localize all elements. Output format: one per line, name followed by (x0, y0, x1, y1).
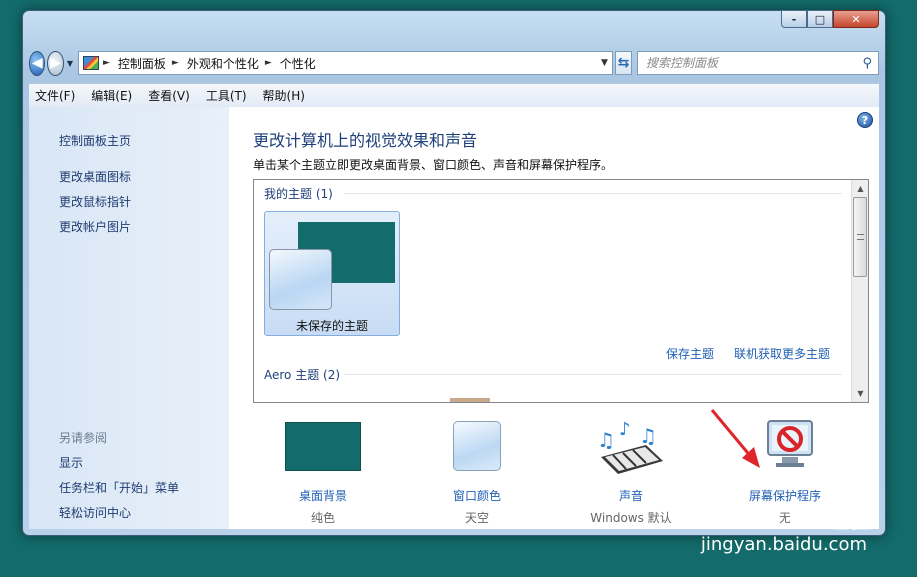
back-button[interactable]: ◀ (29, 50, 46, 76)
control-panel-icon (82, 56, 99, 70)
screensaver-label[interactable]: 屏幕保护程序 (730, 487, 840, 504)
minimize-button[interactable]: - (781, 10, 807, 28)
group-divider (344, 374, 842, 375)
aero-theme-peek (450, 398, 490, 402)
see-also-display[interactable]: 显示 (59, 454, 83, 471)
search-icon[interactable]: ⚲ (862, 56, 872, 71)
breadcrumb-separator-icon[interactable]: ► (265, 58, 272, 68)
see-also-taskbar[interactable]: 任务栏和「开始」菜单 (59, 479, 179, 496)
my-themes-heading[interactable]: 我的主题 (1) (264, 185, 333, 202)
svg-text:♫: ♫ (597, 428, 615, 452)
address-bar[interactable]: ► 控制面板 ► 外观和个性化 ► 个性化 ▼ (77, 51, 613, 75)
breadcrumb-appearance[interactable]: 外观和个性化 (187, 55, 259, 72)
breadcrumb-separator-icon[interactable]: ► (172, 58, 179, 68)
scroll-thumb[interactable] (853, 197, 867, 277)
forward-arrow-icon: ▶ (50, 55, 61, 71)
menu-file[interactable]: 文件(F) (35, 87, 75, 104)
unsaved-theme-tile[interactable]: 未保存的主题 (264, 211, 400, 336)
group-divider (344, 193, 842, 194)
page-subtitle: 单击某个主题立即更改桌面背景、窗口颜色、声音和屏幕保护程序。 (253, 158, 614, 172)
desktop-background-value: 纯色 (310, 511, 335, 525)
control-panel-window: - □ ✕ ◀ ▶ ▼ ► 控制面板 ► 外观和个性化 ► 个性化 ▼ ⇆ ⚲ (22, 10, 886, 536)
unsaved-theme-label: 未保存的主题 (295, 319, 368, 333)
desktop-background-icon (285, 422, 361, 471)
window-color-label[interactable]: 窗口颜色 (422, 487, 532, 504)
aero-themes-heading[interactable]: Aero 主题 (2) (264, 366, 340, 383)
sidebar-link-account-picture[interactable]: 更改帐户图片 (59, 218, 131, 235)
refresh-button[interactable]: ⇆ (614, 51, 632, 75)
get-more-themes-link[interactable]: 联机获取更多主题 (734, 345, 830, 362)
menu-help[interactable]: 帮助(H) (263, 87, 305, 104)
theme-list-scrollbar[interactable]: ▲ ▼ (851, 180, 868, 402)
scroll-up-icon[interactable]: ▲ (852, 180, 868, 197)
search-box[interactable]: ⚲ (637, 51, 879, 75)
maximize-button[interactable]: □ (807, 10, 833, 28)
breadcrumb-personalization[interactable]: 个性化 (280, 55, 316, 72)
svg-text:♪: ♪ (619, 419, 631, 440)
window-color-icon (453, 421, 501, 471)
sounds-label[interactable]: 声音 (576, 487, 686, 504)
search-input[interactable] (646, 56, 846, 70)
navigation-bar: ◀ ▶ ▼ ► 控制面板 ► 外观和个性化 ► 个性化 ▼ ⇆ ⚲ (29, 48, 879, 78)
address-dropdown-icon[interactable]: ▼ (601, 58, 608, 68)
recent-pages-dropdown-icon[interactable]: ▼ (67, 59, 73, 68)
see-also-ease-of-access[interactable]: 轻松访问中心 (59, 504, 131, 521)
page-title: 更改计算机上的视觉效果和声音 (253, 131, 478, 150)
task-sidebar: 控制面板主页 更改桌面图标 更改鼠标指针 更改帐户图片 另请参阅 显示 任务栏和… (29, 107, 229, 529)
menu-edit[interactable]: 编辑(E) (91, 87, 132, 104)
forward-button[interactable]: ▶ (47, 50, 64, 76)
theme-list: 我的主题 (1) 未保存的主题 保存主题 联机获取更多主题 Aero 主题 (2… (253, 179, 869, 403)
refresh-icon: ⇆ (617, 55, 630, 71)
sidebar-link-control-panel-home[interactable]: 控制面板主页 (59, 132, 131, 149)
scroll-down-icon[interactable]: ▼ (852, 385, 868, 402)
menu-tools[interactable]: 工具(T) (206, 87, 247, 104)
menu-bar: 文件(F) 编辑(E) 查看(V) 工具(T) 帮助(H) (29, 83, 879, 107)
content-area: 控制面板主页 更改桌面图标 更改鼠标指针 更改帐户图片 另请参阅 显示 任务栏和… (29, 107, 879, 529)
save-theme-link[interactable]: 保存主题 (666, 345, 714, 362)
menu-view[interactable]: 查看(V) (148, 87, 190, 104)
breadcrumb-control-panel[interactable]: 控制面板 (118, 55, 166, 72)
svg-text:♫: ♫ (639, 424, 657, 448)
main-panel: ? 更改计算机上的视觉效果和声音 单击某个主题立即更改桌面背景、窗口颜色、声音和… (229, 107, 879, 529)
scroll-grip-icon (857, 234, 864, 240)
see-also-heading: 另请参阅 (59, 431, 108, 445)
back-arrow-icon: ◀ (31, 55, 43, 71)
theme-window-preview (269, 249, 332, 310)
breadcrumb-separator-icon[interactable]: ► (103, 58, 110, 68)
watermark-url: jingyan.baidu.com (700, 534, 867, 555)
watermark-logo: Bai经验 (787, 509, 871, 534)
help-icon[interactable]: ? (857, 112, 873, 128)
sidebar-link-mouse-pointers[interactable]: 更改鼠标指针 (59, 193, 131, 210)
window-color-value: 天空 (464, 511, 489, 525)
sidebar-link-desktop-icons[interactable]: 更改桌面图标 (59, 168, 131, 185)
screensaver-icon (767, 420, 813, 467)
sounds-icon: ♫ ♪ ♫ (597, 419, 663, 474)
caption-buttons: - □ ✕ (781, 10, 879, 28)
desktop-background-label[interactable]: 桌面背景 (268, 487, 378, 504)
close-button[interactable]: ✕ (833, 10, 879, 28)
sounds-value: Windows 默认 (590, 511, 672, 525)
